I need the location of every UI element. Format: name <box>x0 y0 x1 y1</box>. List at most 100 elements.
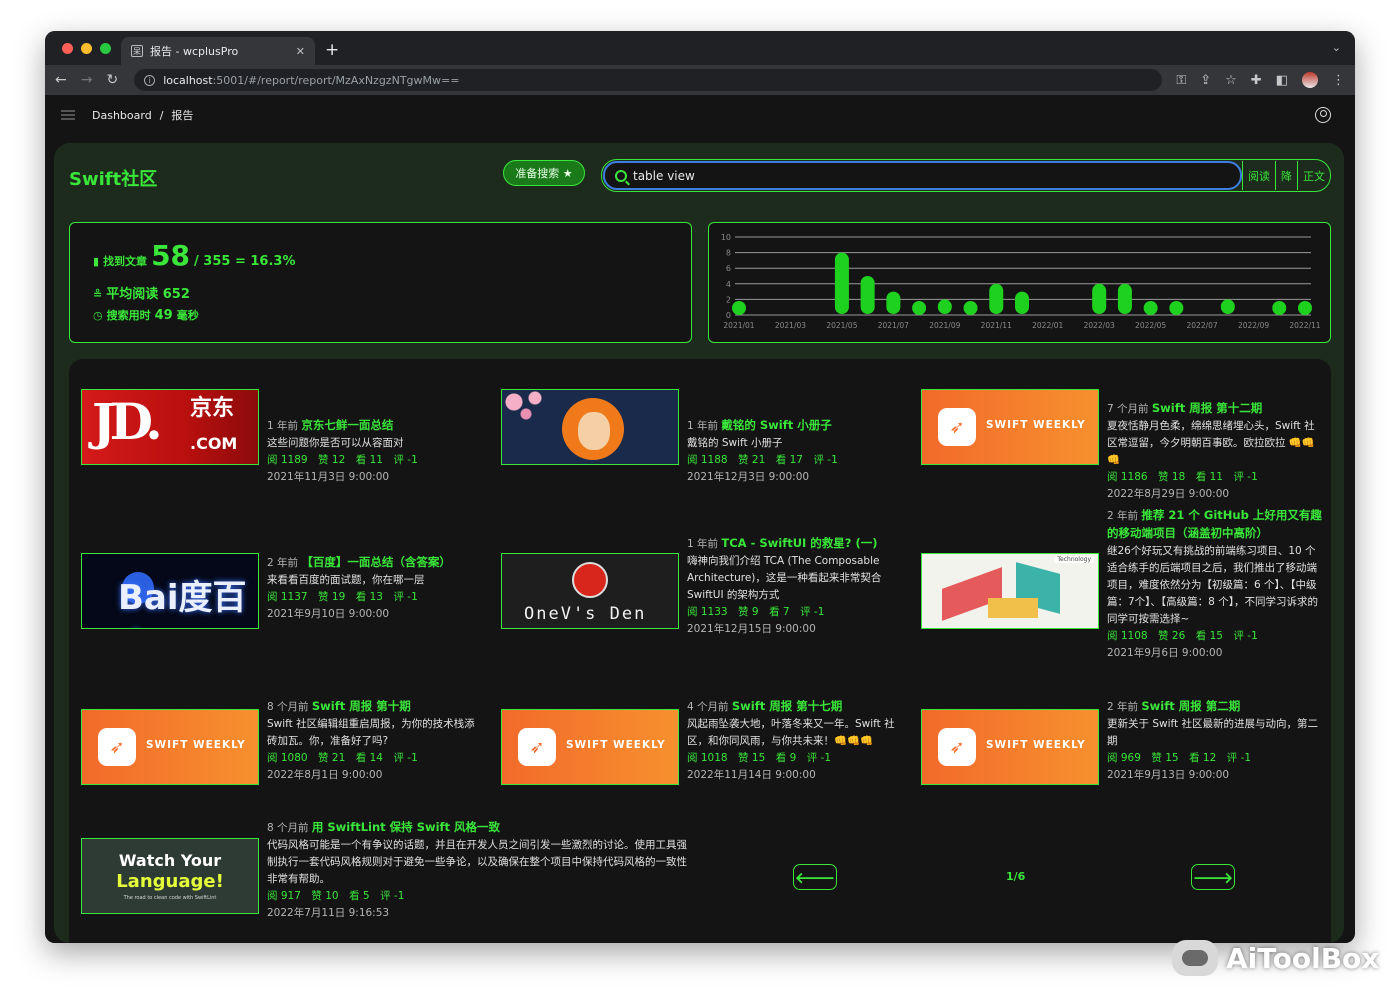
swift-weekly-thumbnail[interactable]: ➶ SWIFT WEEKLY <box>501 709 679 785</box>
site-info-icon[interactable]: i <box>144 74 156 86</box>
article-title[interactable]: Swift 周报 第二期 <box>1141 699 1240 713</box>
search-field[interactable] <box>603 161 1242 190</box>
anime-thumbnail[interactable] <box>501 389 679 465</box>
forward-icon[interactable]: → <box>81 72 93 88</box>
article-card[interactable]: OneV's Den 1 年前 TCA - SwiftUI 的救星? (一) 嗨神向… <box>501 536 901 635</box>
prepare-search-button[interactable]: 准备搜索 ★ <box>503 160 585 186</box>
swift-weekly-text: SWIFT WEEKLY <box>986 419 1086 431</box>
article-header: 2 年前 【百度】一面总结（含答案） <box>267 554 482 572</box>
swift-weekly-thumbnail[interactable]: ➶ SWIFT WEEKLY <box>921 709 1099 785</box>
browser-menu-icon[interactable]: ⋮ <box>1332 73 1345 88</box>
hamburger-menu-icon[interactable] <box>61 110 75 120</box>
article-title[interactable]: Swift 周报 第十七期 <box>732 699 842 713</box>
bookmark-star-icon[interactable]: ☆ <box>1225 73 1237 88</box>
extensions-icon[interactable]: ✚ <box>1251 73 1262 88</box>
swift-weekly-thumbnail[interactable]: ➶ SWIFT WEEKLY <box>81 709 259 785</box>
close-tab-icon[interactable]: ✕ <box>296 45 305 58</box>
x-tick-label: 2022/03 <box>1084 321 1115 330</box>
watch-text-2: Language! <box>116 871 224 892</box>
article-card[interactable]: ➶ SWIFT WEEKLY 7 个月前 Swift 周报 第十二期 夏夜恬静月色柔，… <box>921 389 1321 500</box>
close-window-button[interactable] <box>62 43 73 54</box>
article-title[interactable]: 戴铭的 Swift 小册子 <box>721 418 831 432</box>
article-title[interactable]: Swift 周报 第十二期 <box>1152 401 1262 415</box>
article-age: 2 年前 <box>1107 510 1139 522</box>
isometric-tile-icon <box>988 598 1038 618</box>
article-info: 2 年前 【百度】一面总结（含答案） 来看看百度的面试题，你在哪一层阅 1137 … <box>267 554 482 623</box>
article-card[interactable]: ➶ SWIFT WEEKLY 2 年前 Swift 周报 第二期 更新关于 Swift… <box>921 699 1321 785</box>
article-date: 2021年9月6日 9:00:00 <box>1107 647 1223 659</box>
found-stat: ▮ 找到文章 58 / 355 = 16.3% <box>93 239 296 272</box>
github-tag: Technology <box>1054 556 1094 563</box>
reload-icon[interactable]: ↻ <box>106 72 118 88</box>
y-tick-label: 0 <box>726 311 731 320</box>
address-bar[interactable]: i localhost:5001/#/report/report/MzAxNzg… <box>134 69 1163 91</box>
share-icon[interactable]: ⇪ <box>1200 73 1211 88</box>
onev-thumbnail[interactable]: OneV's Den <box>501 553 679 629</box>
swiftlint-thumbnail[interactable]: Watch Your Language! The road to clean cod… <box>81 838 259 914</box>
user-account-icon[interactable] <box>1315 107 1331 123</box>
article-info: 8 个月前 Swift 周报 第十期 Swift 社区编辑组重启周报，为你的技术栈… <box>267 698 482 784</box>
x-tick-label: 2022/09 <box>1238 321 1269 330</box>
article-metrics: 阅 1186 赞 18 看 11 评 -1 <box>1107 471 1258 483</box>
new-tab-button[interactable]: + <box>325 40 339 60</box>
profile-avatar[interactable] <box>1302 72 1318 88</box>
jd-thumbnail[interactable]: JD. 京东 .COM <box>81 389 259 465</box>
url-path: :5001/#/report/report/MzAxNzgzNTgwMw== <box>212 73 460 87</box>
found-count: 58 <box>151 239 191 272</box>
article-metrics: 阅 917 赞 10 看 5 评 -1 <box>267 890 405 902</box>
article-card[interactable]: 1 年前 戴铭的 Swift 小册子 戴铭的 Swift 小册子阅 1188 赞 … <box>501 389 901 483</box>
minimize-window-button[interactable] <box>81 43 92 54</box>
jd-cn-text: 京东 <box>190 396 235 421</box>
article-metrics: 阅 1133 赞 9 看 7 评 -1 <box>687 606 825 618</box>
data-bar <box>1117 283 1132 314</box>
article-desc: 这些问题你是否可以从容面对 <box>267 437 404 449</box>
x-tick-label: 2021/11 <box>981 321 1012 330</box>
time-unit: 毫秒 <box>176 309 199 322</box>
article-title[interactable]: 【百度】一面总结（含答案） <box>301 555 451 569</box>
tab-title: 报告 - wcplusPro <box>150 45 239 58</box>
breadcrumb-dashboard[interactable]: Dashboard <box>92 109 152 122</box>
avg-read-stat: ≗ 平均阅读 652 <box>93 283 190 302</box>
reader-icon: ≗ <box>93 288 103 301</box>
search-body-option[interactable]: 正文 <box>1297 161 1330 190</box>
article-title[interactable]: 京东七鲜一面总结 <box>301 418 393 432</box>
article-metrics: 阅 1189 赞 12 看 11 评 -1 <box>267 454 418 466</box>
maximize-window-button[interactable] <box>100 43 111 54</box>
article-card[interactable]: Watch Your Language! The road to clean cod… <box>81 820 701 919</box>
article-title[interactable]: Swift 周报 第十期 <box>312 699 411 713</box>
search-input[interactable] <box>633 168 1193 183</box>
article-card[interactable]: Technology 2 年前 推荐 21 个 GitHub 上好用又有趣的移动端… <box>921 508 1322 659</box>
sidepanel-icon[interactable]: ◧ <box>1276 73 1288 88</box>
x-tick-label: 2022/01 <box>1032 321 1063 330</box>
article-title[interactable]: 用 SwiftLint 保持 Swift 风格一致 <box>312 820 500 834</box>
article-date: 2021年9月13日 9:00:00 <box>1107 769 1230 781</box>
sort-desc-option[interactable]: 降 <box>1275 161 1297 190</box>
article-age: 8 个月前 <box>267 701 309 713</box>
article-card[interactable]: JD. 京东 .COM 1 年前 京东七鲜一面总结 这些问题你是否可以从容面对阅 118… <box>81 389 481 483</box>
browser-window: 呆 报告 - wcplusPro ✕ + ⌄ ← → ↻ i localhost… <box>45 31 1355 943</box>
browser-tab[interactable]: 呆 报告 - wcplusPro ✕ <box>121 37 315 65</box>
browser-toolbar: ← → ↻ i localhost:5001/#/report/report/M… <box>45 65 1355 95</box>
back-icon[interactable]: ← <box>55 72 67 88</box>
data-point <box>1298 301 1312 315</box>
github-thumbnail[interactable]: Technology <box>921 553 1099 629</box>
prev-page-button[interactable]: 🡐 <box>793 864 837 890</box>
timeline-chart: 0 2 4 6 8 10 2021/01 2021/03 2021/05 2021/07 2021/… <box>721 233 1321 330</box>
jd-com-text: .COM <box>190 434 238 453</box>
article-title[interactable]: TCA - SwiftUI 的救星? (一) <box>721 536 877 550</box>
article-card[interactable]: ➶ SWIFT WEEKLY 4 个月前 Swift 周报 第十七期 风起雨坠袭大地，… <box>501 699 901 785</box>
article-header: 8 个月前 用 SwiftLint 保持 Swift 风格一致 <box>267 819 692 837</box>
article-card[interactable]: Bai度百度 2 年前 【百度】一面总结（含答案） 来看看百度的面试题，你在哪一层阅… <box>81 553 481 629</box>
article-title[interactable]: 推荐 21 个 GitHub 上好用又有趣的移动端项目（涵盖初中高阶） <box>1107 508 1322 540</box>
article-metrics: 阅 969 赞 15 看 12 评 -1 <box>1107 752 1252 764</box>
anime-girl-icon <box>562 398 624 460</box>
next-page-button[interactable]: 🡒 <box>1191 864 1235 890</box>
baidu-logo-text: Bai度百度 <box>118 578 247 628</box>
article-header: 4 个月前 Swift 周报 第十七期 <box>687 698 902 716</box>
key-icon[interactable]: ⚿ <box>1176 73 1186 88</box>
tab-search-icon[interactable]: ⌄ <box>1332 41 1341 54</box>
baidu-thumbnail[interactable]: Bai度百度 <box>81 553 259 629</box>
article-card[interactable]: ➶ SWIFT WEEKLY 8 个月前 Swift 周报 第十期 Swift 社区编… <box>81 699 481 785</box>
swift-weekly-thumbnail[interactable]: ➶ SWIFT WEEKLY <box>921 389 1099 465</box>
sort-read-option[interactable]: 阅读 <box>1242 161 1275 190</box>
